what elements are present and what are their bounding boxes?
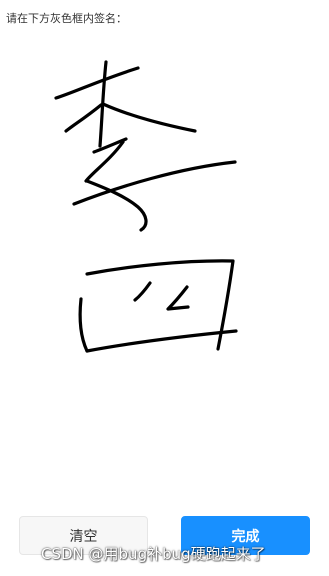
clear-button[interactable]: 清空	[19, 516, 148, 555]
done-button-label: 完成	[231, 528, 260, 545]
signature-stroke	[54, 66, 140, 100]
signature-instruction: 请在下方灰色框内签名：	[6, 12, 127, 25]
signature-stroke	[85, 259, 235, 351]
signature-stroke	[85, 329, 238, 353]
signature-canvas[interactable]	[0, 32, 329, 502]
signature-stroke	[133, 281, 152, 302]
signature-stroke	[64, 103, 103, 133]
signature-stroke	[101, 102, 197, 133]
signature-stroke	[78, 297, 89, 353]
done-button[interactable]: 完成	[181, 516, 310, 555]
signature-stroke	[166, 285, 190, 311]
clear-button-label: 清空	[69, 528, 98, 545]
signature-drawing	[54, 60, 238, 353]
